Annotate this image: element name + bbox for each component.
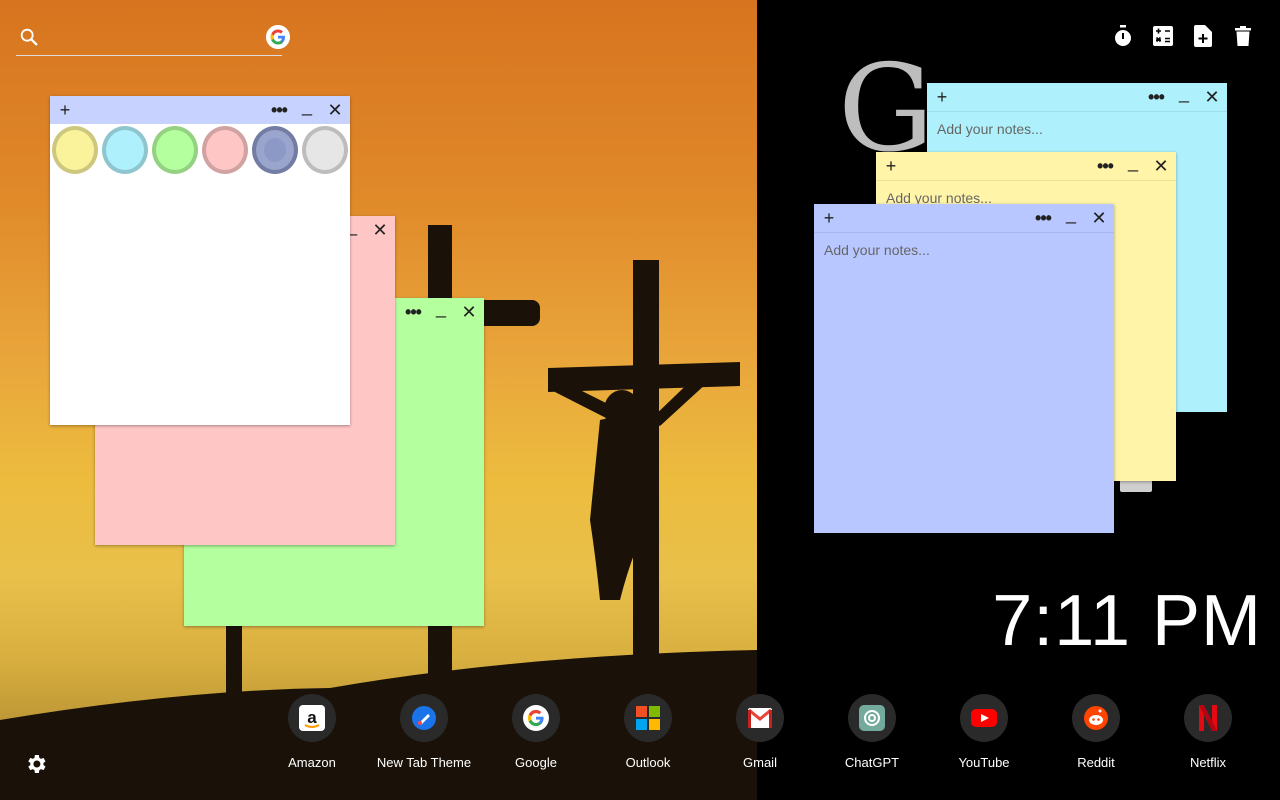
- svg-text:a: a: [307, 708, 317, 727]
- close-button[interactable]: ✕: [1150, 152, 1172, 180]
- shortcut-gmail[interactable]: Gmail: [704, 694, 816, 770]
- color-swatch[interactable]: [102, 126, 148, 174]
- more-options-button[interactable]: •••: [402, 298, 424, 326]
- shortcut-label: Outlook: [625, 755, 671, 770]
- color-swatch[interactable]: [202, 126, 248, 174]
- more-options-button[interactable]: •••: [1145, 83, 1167, 111]
- minimize-button[interactable]: _: [296, 92, 318, 120]
- shortcut-label: New Tab Theme: [376, 755, 472, 770]
- amazon-icon: a: [288, 694, 336, 742]
- clock-display: 7:11 PM: [992, 581, 1262, 661]
- minimize-button[interactable]: _: [1173, 79, 1195, 107]
- add-note-button[interactable]: +: [880, 152, 902, 180]
- close-button[interactable]: ✕: [324, 96, 346, 124]
- minimize-button[interactable]: _: [1060, 200, 1082, 228]
- note-header: + ••• _ ✕: [50, 96, 350, 124]
- reddit-icon: [1072, 694, 1120, 742]
- gmail-icon: [736, 694, 784, 742]
- youtube-icon: [960, 694, 1008, 742]
- shortcut-youtube[interactable]: YouTube: [928, 694, 1040, 770]
- close-button[interactable]: ✕: [458, 298, 480, 326]
- close-button[interactable]: ✕: [1201, 83, 1223, 111]
- shortcut-chatgpt[interactable]: ChatGPT: [816, 694, 928, 770]
- close-button[interactable]: ✕: [1088, 204, 1110, 232]
- color-swatch[interactable]: [302, 126, 348, 174]
- shortcut-netflix[interactable]: Netflix: [1152, 694, 1264, 770]
- note-header: + ••• _ ✕: [927, 83, 1227, 111]
- google-icon[interactable]: [266, 25, 290, 49]
- shortcut-new-tab-theme[interactable]: New Tab Theme: [368, 694, 480, 770]
- shortcut-outlook[interactable]: Outlook: [592, 694, 704, 770]
- note-divider: [814, 232, 1114, 233]
- color-swatch[interactable]: [152, 126, 198, 174]
- search-icon[interactable]: [18, 26, 40, 48]
- note-header: + ••• _ ✕: [876, 152, 1176, 180]
- close-button[interactable]: ✕: [369, 216, 391, 244]
- sticky-note-white[interactable]: + ••• _ ✕: [50, 96, 350, 425]
- shortcut-google[interactable]: Google: [480, 694, 592, 770]
- shortcuts-dock: a Amazon New Tab Theme Google Outlook Gm…: [256, 694, 1280, 774]
- add-note-button[interactable]: +: [931, 83, 953, 111]
- outlook-icon: [624, 694, 672, 742]
- more-options-button[interactable]: •••: [268, 96, 290, 124]
- netflix-icon: [1184, 694, 1232, 742]
- shortcut-label: ChatGPT: [844, 755, 900, 770]
- search-input[interactable]: [48, 24, 248, 52]
- chatgpt-icon: [848, 694, 896, 742]
- note-divider: [927, 111, 1227, 112]
- more-options-button[interactable]: •••: [1032, 204, 1054, 232]
- google-icon: [512, 694, 560, 742]
- color-swatch[interactable]: [252, 126, 298, 174]
- shortcut-label: Netflix: [1189, 755, 1227, 770]
- add-note-button[interactable]: +: [818, 204, 840, 232]
- shortcut-amazon[interactable]: a Amazon: [256, 694, 368, 770]
- note-divider: [876, 180, 1176, 181]
- more-options-button[interactable]: •••: [1094, 152, 1116, 180]
- color-palette: [50, 124, 350, 176]
- note-header: + ••• _ ✕: [814, 204, 1114, 232]
- stopwatch-icon[interactable]: [1112, 24, 1134, 48]
- shortcut-label: YouTube: [958, 755, 1010, 770]
- calculator-icon[interactable]: [1152, 24, 1174, 48]
- shortcut-reddit[interactable]: Reddit: [1040, 694, 1152, 770]
- color-swatch[interactable]: [52, 126, 98, 174]
- shortcut-label: Amazon: [288, 755, 336, 770]
- shortcut-label: Reddit: [1077, 755, 1115, 770]
- gear-icon[interactable]: [24, 752, 48, 776]
- add-note-button[interactable]: +: [54, 96, 76, 124]
- top-toolbar: [1112, 24, 1254, 48]
- search-bar: [16, 22, 290, 56]
- shortcut-label: Gmail: [743, 755, 777, 770]
- note-text-input[interactable]: [824, 242, 1104, 523]
- minimize-button[interactable]: _: [430, 294, 452, 322]
- new-tab-theme-icon: [400, 694, 448, 742]
- new-note-icon[interactable]: [1192, 24, 1214, 48]
- shortcut-label: Google: [515, 755, 557, 770]
- sticky-note-blue[interactable]: + ••• _ ✕: [814, 204, 1114, 533]
- trash-icon[interactable]: [1232, 24, 1254, 48]
- minimize-button[interactable]: _: [1122, 148, 1144, 176]
